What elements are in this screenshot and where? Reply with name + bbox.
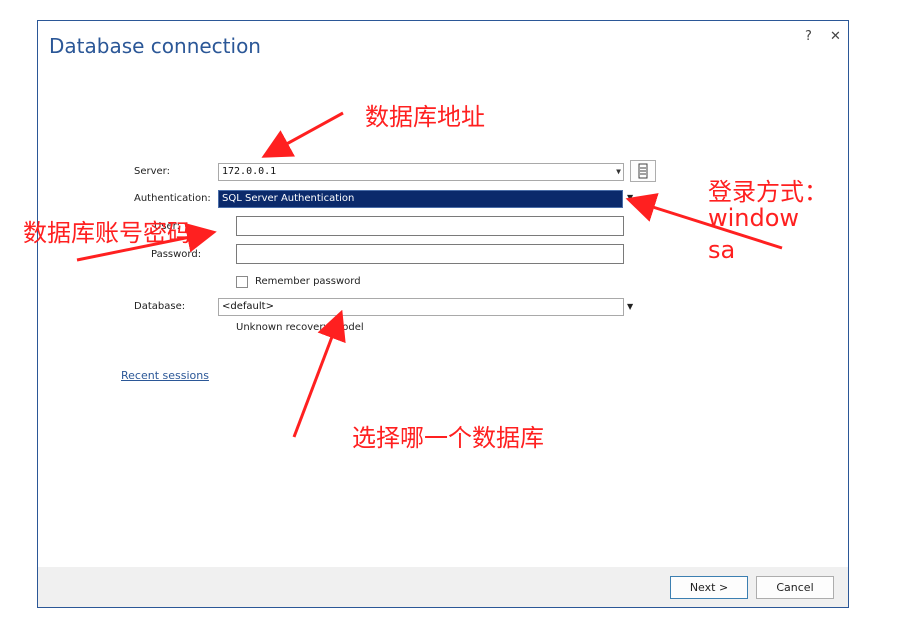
database-annotation: 选择哪一个数据库	[352, 424, 544, 452]
auth-annotation-line2: window	[708, 204, 800, 232]
server-annotation: 数据库地址	[365, 103, 485, 131]
recent-sessions-link[interactable]: Recent sessions	[121, 369, 209, 382]
authentication-label: Authentication:	[134, 193, 211, 204]
database-chevron-down-icon[interactable]: ▼	[627, 302, 633, 311]
cancel-button[interactable]: Cancel	[756, 576, 834, 599]
recovery-model-note: Unknown recovery model	[236, 322, 364, 333]
remember-password-label: Remember password	[255, 276, 361, 287]
database-value: <default>	[222, 301, 274, 312]
server-combobox[interactable]: 172.0.0.1 ▼	[218, 163, 624, 181]
password-field[interactable]	[236, 244, 624, 264]
server-label: Server:	[134, 166, 170, 177]
authentication-combobox[interactable]: SQL Server Authentication	[218, 190, 623, 208]
account-annotation: 数据库账号密码	[23, 219, 191, 247]
next-button[interactable]: Next >	[670, 576, 748, 599]
dialog-title: Database connection	[49, 34, 261, 58]
user-field[interactable]	[236, 216, 624, 236]
help-button[interactable]: ?	[805, 29, 812, 44]
auth-annotation-line1: 登录方式：	[708, 178, 828, 206]
server-value: 172.0.0.1	[222, 166, 277, 177]
close-button[interactable]: ✕	[830, 29, 841, 44]
database-label: Database:	[134, 301, 186, 312]
server-browse-button[interactable]	[630, 160, 656, 182]
remember-password-checkbox[interactable]	[236, 276, 248, 288]
database-combobox[interactable]: <default>	[218, 298, 624, 316]
chevron-down-icon[interactable]: ▼	[616, 164, 621, 180]
password-label: Password:	[151, 249, 202, 260]
authentication-value: SQL Server Authentication	[222, 193, 355, 204]
authentication-chevron-down-icon[interactable]: ▼	[627, 193, 633, 202]
server-icon	[638, 163, 648, 179]
auth-annotation-line3: sa	[708, 236, 736, 264]
dialog-footer: Next > Cancel	[38, 567, 848, 607]
